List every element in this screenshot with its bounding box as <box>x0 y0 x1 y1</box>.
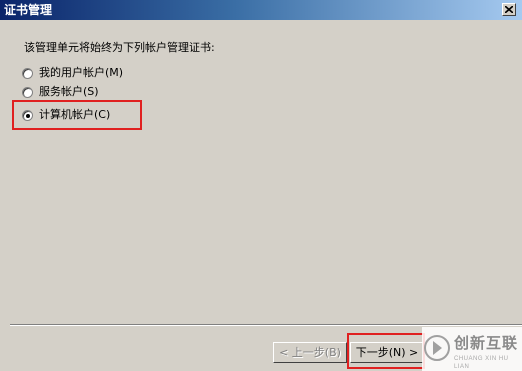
watermark: 创新互联 CHUANG XIN HU LIAN <box>422 327 522 371</box>
instruction-text: 该管理单元将始终为下列帐户管理证书: <box>24 41 215 54</box>
dialog-body: 该管理单元将始终为下列帐户管理证书: 我的用户帐户(M) 服务帐户(S) 计算机… <box>0 20 522 371</box>
back-button[interactable]: < 上一步(B) <box>273 342 347 363</box>
brand-logo-icon <box>424 335 450 361</box>
radio-button[interactable] <box>22 86 33 98</box>
watermark-brand: 创新互联 <box>454 335 519 352</box>
radio-button[interactable] <box>22 67 33 79</box>
close-icon <box>505 6 513 13</box>
radio-label: 我的用户帐户(M) <box>39 66 124 79</box>
separator <box>10 324 522 326</box>
highlight-box-computer-account <box>12 100 142 130</box>
title-bar: 证书管理 <box>0 0 522 20</box>
radio-my-user-account[interactable]: 我的用户帐户(M) <box>22 65 123 81</box>
radio-service-account[interactable]: 服务帐户(S) <box>22 84 99 100</box>
watermark-subtitle: CHUANG XIN HU LIAN <box>454 356 509 370</box>
close-button[interactable] <box>502 3 516 16</box>
radio-label: 服务帐户(S) <box>39 85 99 98</box>
highlight-box-next-button <box>347 333 425 369</box>
window-title: 证书管理 <box>4 3 53 17</box>
